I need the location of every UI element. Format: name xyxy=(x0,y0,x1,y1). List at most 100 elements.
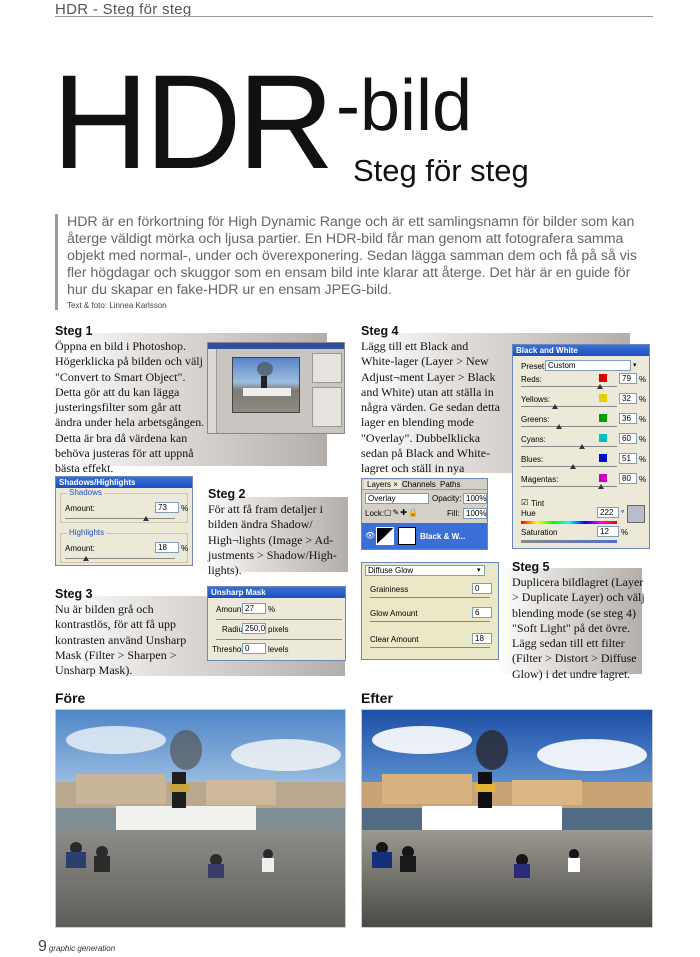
bw-row-value-field[interactable]: 80 xyxy=(619,473,637,484)
before-heading: Före xyxy=(55,690,86,706)
layer-blend-mode-select[interactable]: Overlay xyxy=(365,493,429,504)
bw-color-swatch xyxy=(599,434,607,442)
step5-heading: Steg 5 xyxy=(512,560,550,574)
intro-text: HDR är en förkortning för High Dynamic R… xyxy=(67,214,637,298)
bw-dialog-title: Black and White xyxy=(513,345,649,356)
bw-row-label: Magentas: xyxy=(521,475,559,484)
bw-row-slider[interactable] xyxy=(521,406,617,407)
glow-chevron-icon[interactable]: ▾ xyxy=(477,566,481,574)
brand-name: graphic generation xyxy=(48,944,116,953)
bw-hue-label: Hue xyxy=(521,509,536,518)
shadows-dialog-title: Shadows/Highlights xyxy=(56,477,192,488)
layer-row-black-white[interactable]: 👁 Black & W... xyxy=(362,523,487,549)
bw-saturation-field[interactable]: 12 xyxy=(597,526,619,537)
bw-row-slider[interactable] xyxy=(521,466,617,467)
clear-amount-slider[interactable] xyxy=(370,647,490,648)
bw-row-unit: % xyxy=(639,455,647,464)
bw-row-slider[interactable] xyxy=(521,426,617,427)
bw-row-value-field[interactable]: 32 xyxy=(619,393,637,404)
page-number: 9 xyxy=(38,938,47,955)
bw-hue-unit: ° xyxy=(621,509,625,518)
bw-color-swatch xyxy=(599,454,607,462)
bw-saturation-slider[interactable] xyxy=(521,540,617,543)
unsharp-radius-field[interactable]: 250,0 xyxy=(242,623,266,634)
opacity-label: Opacity: xyxy=(432,494,462,503)
bw-tint-checkbox[interactable]: ☑ xyxy=(521,498,528,507)
bw-row-value-field[interactable]: 51 xyxy=(619,453,637,464)
bw-row-slider-knob[interactable] xyxy=(598,484,604,489)
highlights-amount-field[interactable]: 18 xyxy=(155,542,179,553)
highlights-slider-knob[interactable] xyxy=(83,556,89,561)
fill-field[interactable]: 100% xyxy=(463,508,487,519)
page-footer: 9 graphic generation xyxy=(38,938,115,956)
bw-row-slider[interactable] xyxy=(521,446,617,447)
glow-amount-field[interactable]: 6 xyxy=(472,607,492,618)
clear-amount-field[interactable]: 18 xyxy=(472,633,492,644)
highlights-amount-label: Amount: xyxy=(65,544,95,553)
highlights-slider[interactable] xyxy=(65,558,175,559)
graininess-slider[interactable] xyxy=(370,597,490,598)
step1-text: Öppna en bild i Photoshop. Högerklicka p… xyxy=(55,339,205,476)
clear-amount-label: Clear Amount xyxy=(370,635,419,644)
step1-screenshot xyxy=(207,342,345,434)
layers-tabs: Layers × Channels Paths xyxy=(362,479,487,490)
layers-panel: Layers × Channels Paths Overlay Opacity:… xyxy=(361,478,488,550)
eye-icon[interactable]: 👁 xyxy=(365,531,375,540)
glow-amount-slider[interactable] xyxy=(370,621,490,622)
bw-row-slider-knob[interactable] xyxy=(570,464,576,469)
unsharp-amount-field[interactable]: 27 xyxy=(242,603,266,614)
bw-row-label: Blues: xyxy=(521,455,544,464)
layer-mask-thumbnail xyxy=(398,527,416,545)
bw-row-unit: % xyxy=(639,435,647,444)
paths-tab[interactable]: Paths xyxy=(440,480,460,489)
lock-icons[interactable]: ▢✎✚🔒 xyxy=(384,508,419,517)
bw-hue-slider[interactable] xyxy=(521,521,617,524)
bw-row-value-field[interactable]: 60 xyxy=(619,433,637,444)
layer-name: Black & W... xyxy=(420,532,466,541)
shadows-slider[interactable] xyxy=(65,518,175,519)
shadows-amount-field[interactable]: 73 xyxy=(155,502,179,513)
shadows-slider-knob[interactable] xyxy=(143,516,149,521)
bw-hue-field[interactable]: 222 xyxy=(597,507,619,518)
step4-heading: Steg 4 xyxy=(361,324,399,338)
bw-row-slider-knob[interactable] xyxy=(597,384,603,389)
bw-tint-label: Tint xyxy=(531,499,545,508)
intro-block: HDR är en förkortning för High Dynamic R… xyxy=(55,214,653,310)
bw-row-slider-knob[interactable] xyxy=(552,404,558,409)
bw-color-swatch xyxy=(599,394,607,402)
layers-tab[interactable]: Layers × xyxy=(364,480,401,489)
bw-row-slider-knob[interactable] xyxy=(579,444,585,449)
bw-row-label: Reds: xyxy=(521,375,542,384)
photo-credit: Text & foto: Linnea Karlsson xyxy=(67,301,167,310)
black-white-dialog: Black and White Preset: Custom ▾ Reds: 79… xyxy=(512,344,650,549)
bw-preset-label: Preset: xyxy=(521,362,547,371)
lock-label: Lock: xyxy=(365,509,385,518)
diffuse-glow-panel: Diffuse Glow ▾ Graininess 0 Glow Amount … xyxy=(361,562,499,660)
highlights-label: Highlights xyxy=(67,528,107,537)
unsharp-radius-slider[interactable] xyxy=(216,639,342,640)
opacity-field[interactable]: 100% xyxy=(463,493,487,504)
unsharp-threshold-field[interactable]: 0 xyxy=(242,643,266,654)
bw-tint-swatch[interactable] xyxy=(627,505,645,523)
bw-row-unit: % xyxy=(639,475,647,484)
shadows-group: Shadows Amount: 73 % xyxy=(60,488,188,523)
channels-tab[interactable]: Channels xyxy=(402,480,436,489)
shadows-amount-label: Amount: xyxy=(65,504,95,513)
graininess-field[interactable]: 0 xyxy=(472,583,492,594)
bw-row-value-field[interactable]: 79 xyxy=(619,373,637,384)
unsharp-amount-slider[interactable] xyxy=(216,619,342,620)
bw-color-swatch xyxy=(599,414,607,422)
highlights-group: Highlights Amount: 18 % xyxy=(60,528,188,563)
bw-row-value-field[interactable]: 36 xyxy=(619,413,637,424)
bw-preset-select[interactable]: Custom xyxy=(545,360,631,371)
unsharp-amount-unit: % xyxy=(268,605,276,614)
bw-color-swatch xyxy=(599,374,607,382)
bw-preset-chevron-icon[interactable]: ▾ xyxy=(633,361,637,369)
glow-filter-select[interactable]: Diffuse Glow xyxy=(365,565,485,576)
page-subtitle: Steg för steg xyxy=(353,153,529,188)
shadows-label: Shadows xyxy=(67,488,104,497)
header-rule xyxy=(55,16,653,17)
step3-heading: Steg 3 xyxy=(55,587,93,601)
bw-row-label: Greens: xyxy=(521,415,550,424)
bw-row-slider-knob[interactable] xyxy=(556,424,562,429)
